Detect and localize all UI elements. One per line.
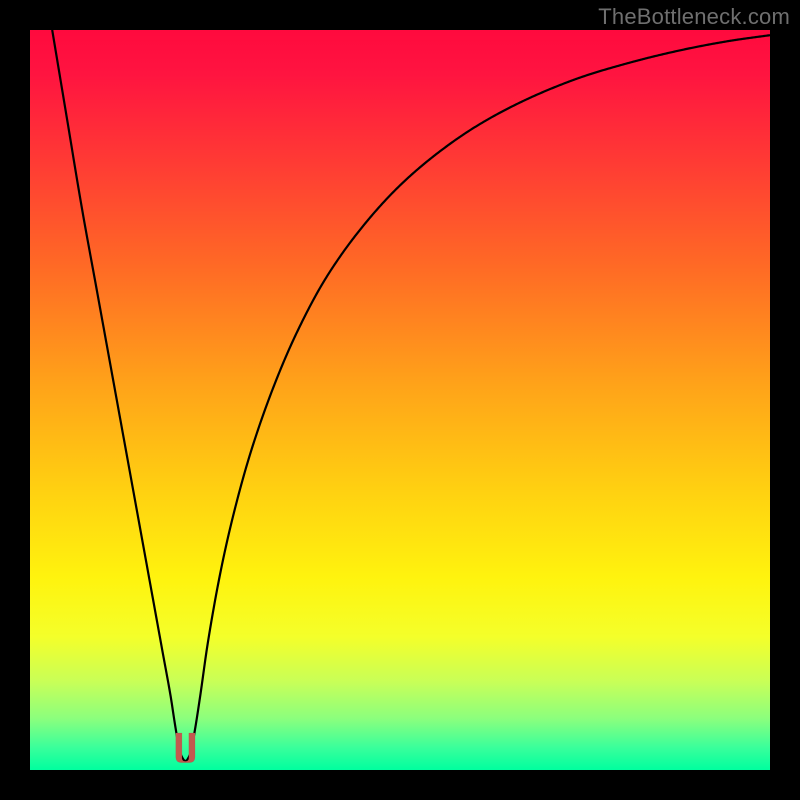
min-tick-icon [176,733,195,763]
watermark-label: TheBottleneck.com [598,4,790,30]
chart-frame: TheBottleneck.com [0,0,800,800]
curve-layer [30,30,770,770]
plot-area [30,30,770,770]
bottleneck-curve [52,30,770,761]
